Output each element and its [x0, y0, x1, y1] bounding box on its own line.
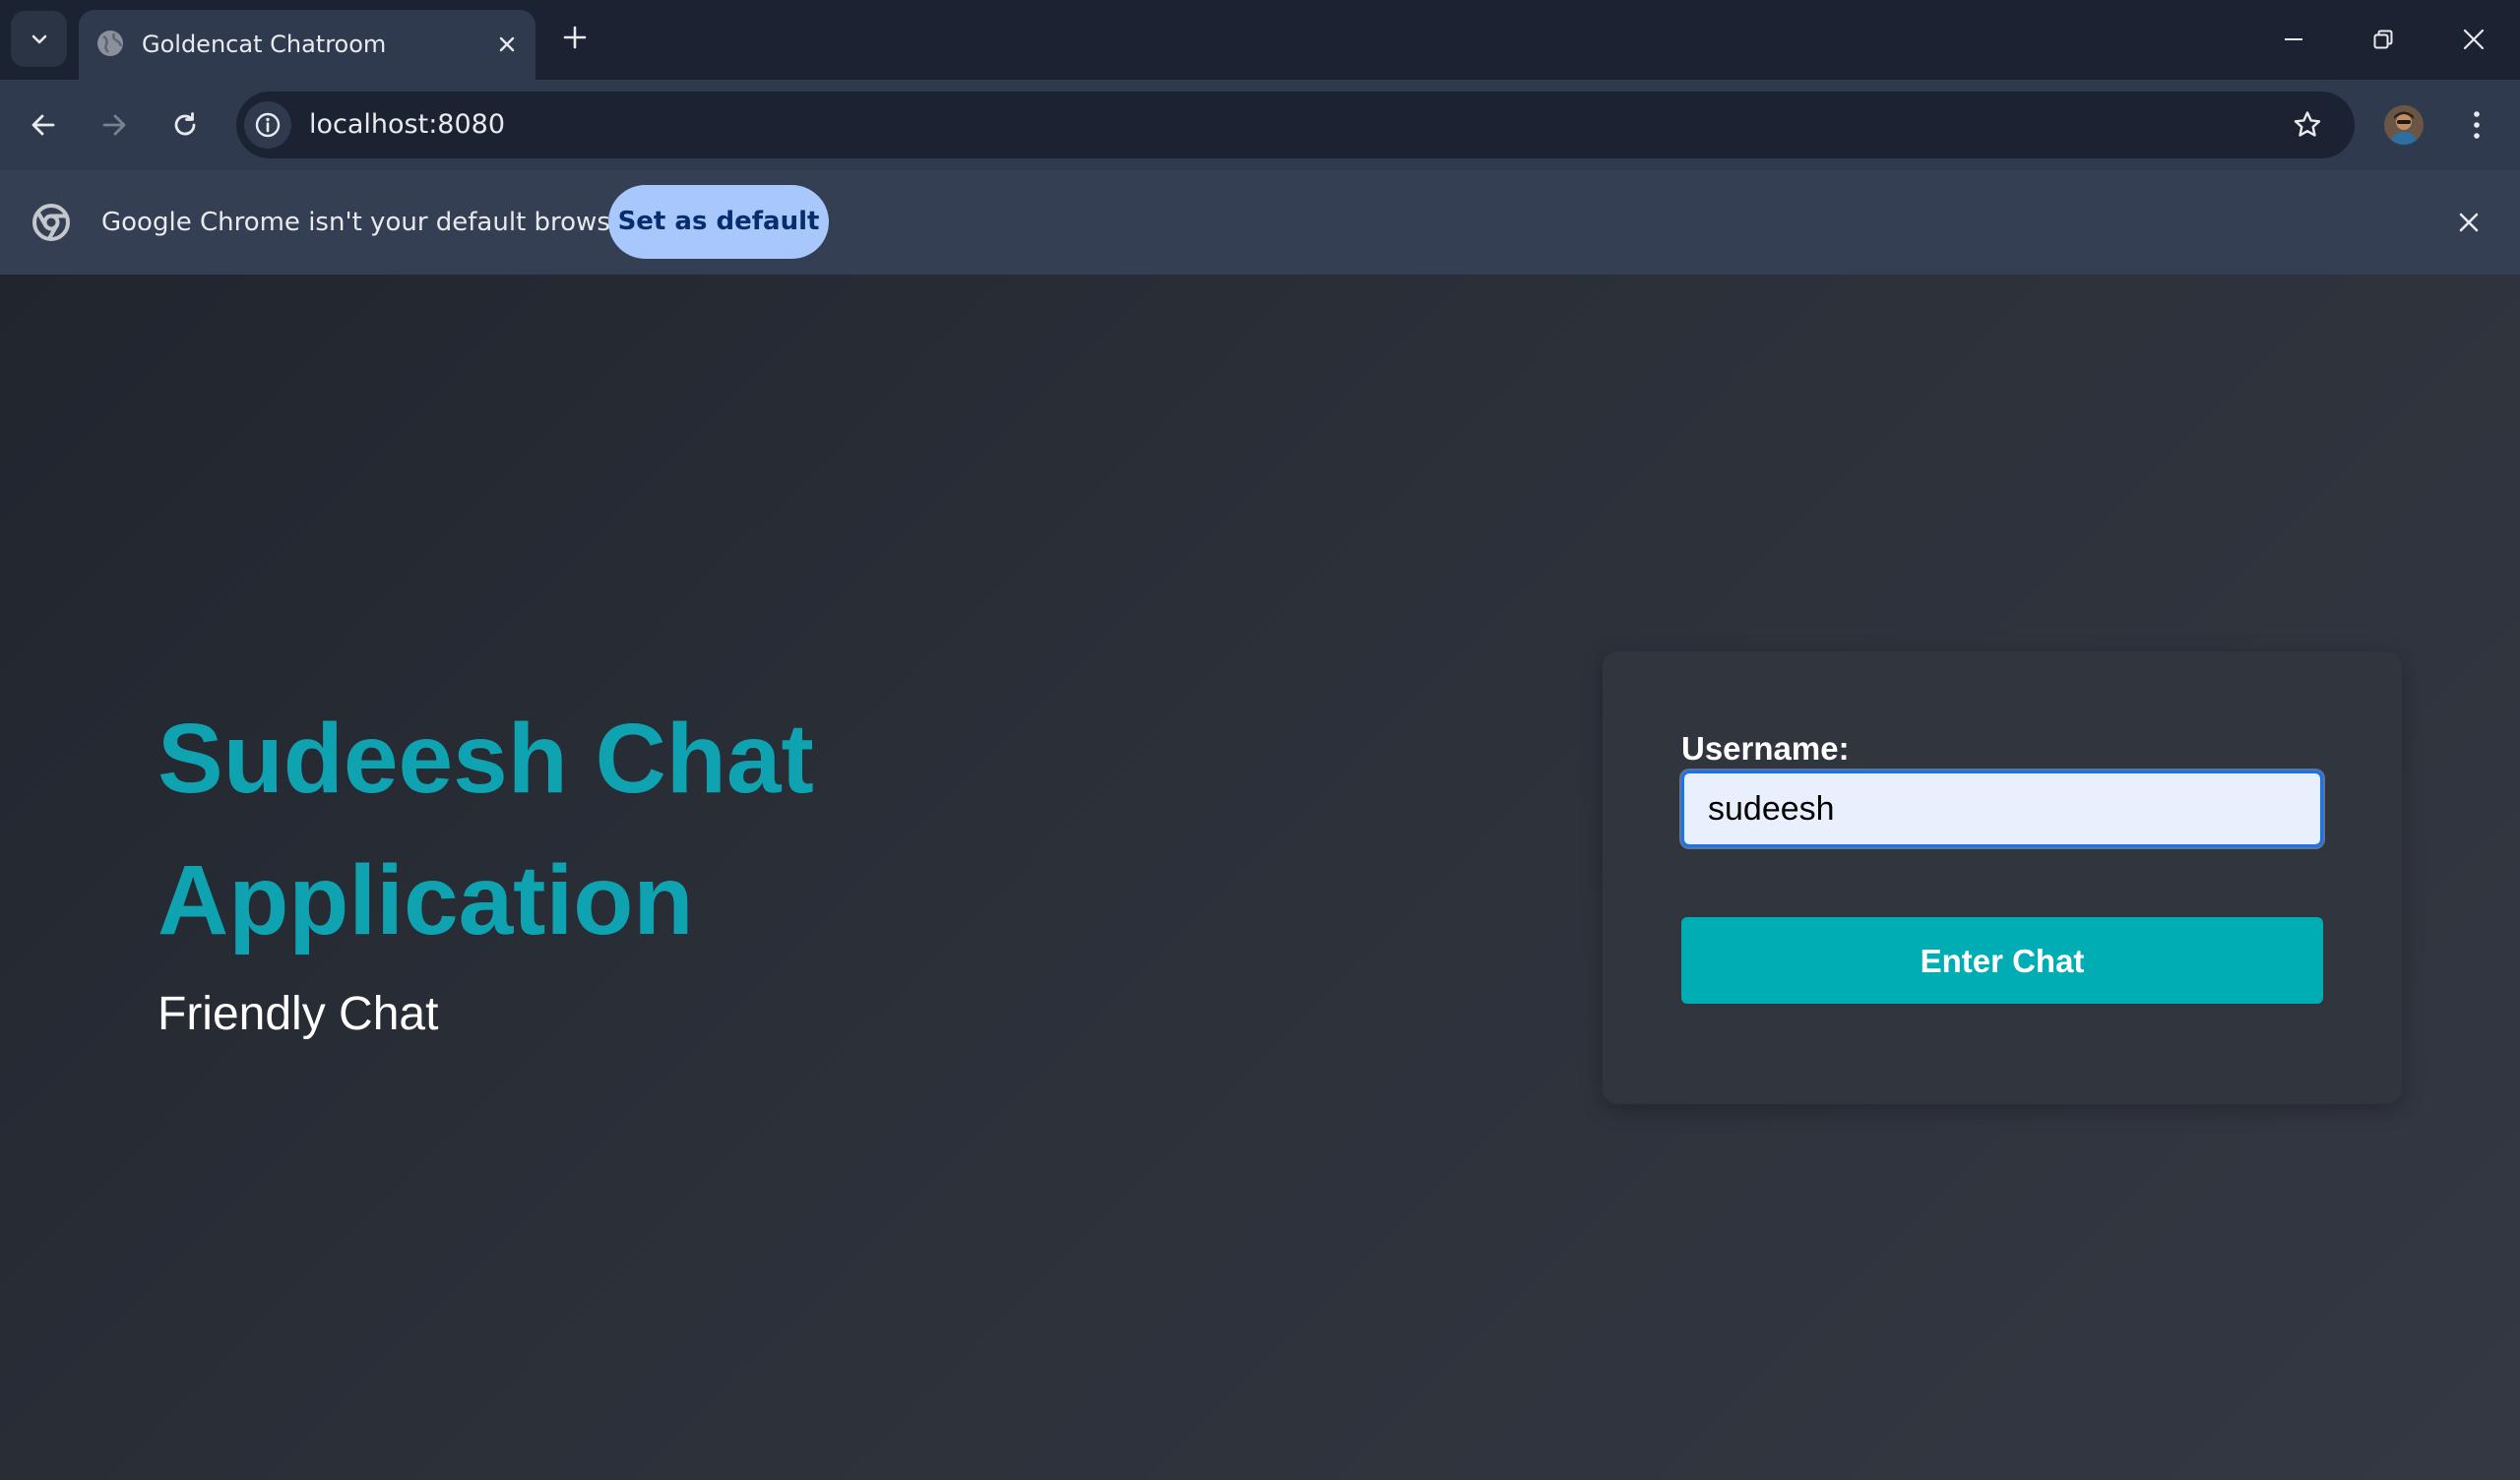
close-icon	[2463, 29, 2485, 50]
page-subtitle: Friendly Chat	[158, 988, 439, 1040]
reload-icon	[174, 112, 196, 136]
default-browser-infobar: Google Chrome isn't your default browser…	[0, 170, 2520, 275]
minimize-icon	[2285, 38, 2302, 40]
site-info-button[interactable]	[244, 101, 291, 149]
restore-button[interactable]	[2362, 18, 2405, 61]
username-label: Username:	[1681, 730, 1850, 767]
tab-close-button[interactable]	[492, 30, 522, 59]
browser-menu-button[interactable]	[2457, 101, 2496, 149]
forward-button[interactable]	[91, 101, 138, 149]
more-vertical-icon	[2474, 111, 2480, 139]
set-as-default-button[interactable]: Set as default	[608, 185, 829, 259]
hero-section: Sudeesh Chat Application Friendly Chat	[158, 688, 906, 1044]
close-icon	[499, 36, 515, 52]
active-tab[interactable]: Goldencat Chatroom	[79, 10, 536, 80]
login-card: Username: Enter Chat	[1603, 651, 2402, 1104]
tab-title: Goldencat Chatroom	[142, 31, 387, 58]
close-icon	[2459, 213, 2479, 232]
username-input[interactable]	[1681, 771, 2323, 847]
url-text[interactable]: localhost:8080	[309, 92, 505, 158]
infobar-close-button[interactable]	[2449, 203, 2488, 242]
tab-search-button[interactable]	[11, 11, 67, 67]
chevron-down-icon	[32, 34, 46, 43]
bookmark-button[interactable]	[2288, 105, 2327, 145]
enter-chat-button[interactable]: Enter Chat	[1681, 917, 2323, 1004]
globe-icon	[97, 31, 123, 56]
avatar-icon	[2384, 105, 2424, 145]
star-icon	[2294, 111, 2321, 137]
new-tab-button[interactable]	[557, 20, 593, 55]
arrow-left-icon	[32, 114, 55, 136]
plus-icon	[563, 26, 587, 49]
tab-strip: Goldencat Chatroom	[0, 0, 2520, 80]
chrome-logo-icon	[32, 204, 70, 241]
window-close-button[interactable]	[2452, 18, 2495, 61]
minimize-button[interactable]	[2272, 18, 2315, 61]
browser-toolbar: localhost:8080	[0, 80, 2520, 170]
back-button[interactable]	[20, 101, 67, 149]
reload-button[interactable]	[161, 101, 209, 149]
restore-icon	[2373, 30, 2393, 49]
profile-avatar[interactable]	[2384, 105, 2424, 145]
chat-landing-page: Sudeesh Chat Application Friendly Chat U…	[0, 275, 2520, 1480]
page-title: Sudeesh Chat Application	[158, 704, 814, 956]
arrow-right-icon	[102, 114, 126, 136]
address-bar[interactable]: localhost:8080	[236, 92, 2355, 158]
infobar-message: Google Chrome isn't your default browser	[101, 208, 637, 237]
info-icon	[255, 112, 281, 138]
